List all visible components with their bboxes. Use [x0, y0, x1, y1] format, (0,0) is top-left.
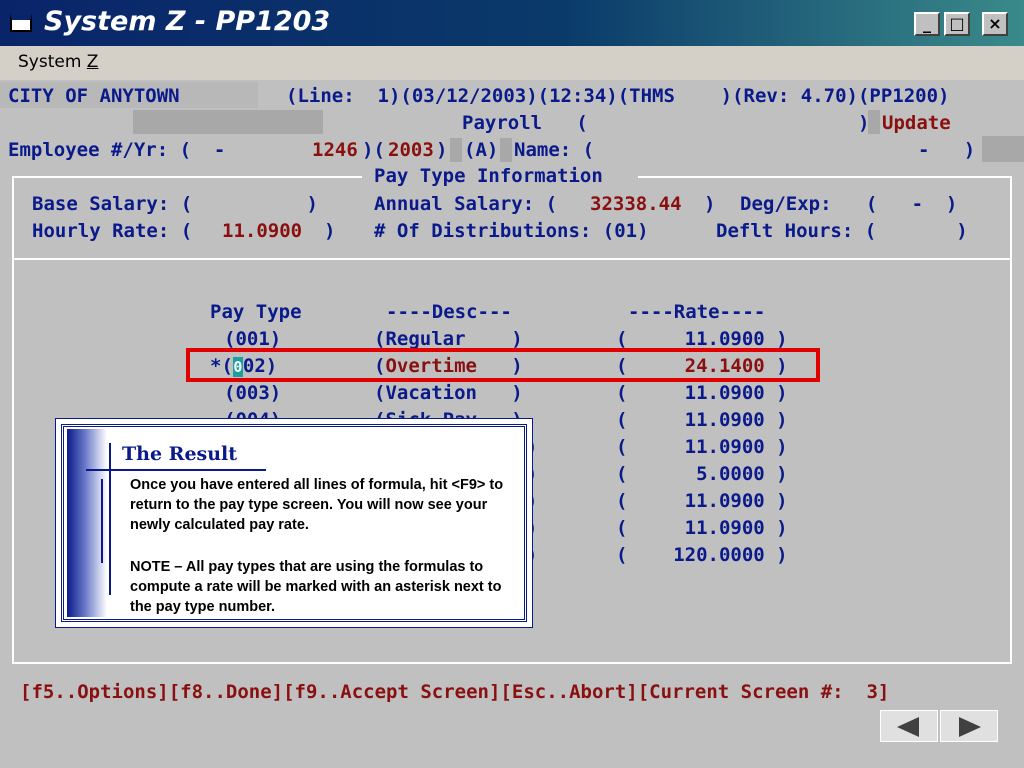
arrow-right-icon [959, 717, 981, 737]
callout-para-1: Once you have entered all lines of formu… [130, 477, 504, 533]
pay-type-rate: ( 11.0900 ) [616, 517, 788, 539]
callout-box: The Result Once you have entered all lin… [55, 418, 533, 628]
annual-salary-value: 32338.44 [590, 193, 682, 215]
distributions: # Of Distributions: (01) [374, 220, 649, 242]
status-line: (Line: 1)(03/12/2003)(12:34)(THMS )(Rev:… [286, 85, 950, 107]
col-desc: ----Desc--- [386, 301, 512, 323]
annual-salary-close: ) [704, 193, 716, 215]
callout-rule [101, 479, 103, 563]
pay-type-rate: ( 5.0000 ) [616, 463, 788, 485]
mode-update: Update [882, 112, 951, 134]
employee-number[interactable]: 1246 [312, 138, 358, 162]
deg-exp[interactable]: Deg/Exp: ( - ) [740, 192, 957, 216]
employee-name-end: - ) [918, 139, 976, 161]
payroll-label: Payroll ( [462, 112, 588, 134]
menu-system-label: System [18, 52, 87, 72]
callout-para-2: NOTE – All pay types that are using the … [130, 559, 502, 615]
deflt-hours[interactable]: Deflt Hours: ( ) [716, 219, 968, 243]
employee-label: Employee #/Yr: ( - [8, 139, 226, 161]
pay-type-rate: ( 120.0000 ) [616, 544, 788, 566]
section-title: Pay Type Information [374, 165, 603, 187]
employee-year[interactable]: 2003 [388, 138, 434, 162]
arrow-left-icon [897, 717, 919, 737]
highlight-box [186, 348, 820, 382]
section-border-left [12, 176, 14, 664]
employee-name-label: Name: ( [514, 139, 595, 161]
maximize-button[interactable]: □ [944, 12, 970, 36]
minimize-button[interactable]: _ [914, 12, 940, 36]
section-border-right [1010, 176, 1012, 664]
menu-bar [0, 46, 1024, 80]
window-title: System Z - PP1203 [44, 6, 331, 37]
menu-system[interactable]: System Z [18, 52, 98, 72]
field-bg [500, 138, 512, 162]
pay-type-desc: (Vacation ) [374, 382, 523, 404]
base-salary[interactable]: Base Salary: ( ) [32, 192, 318, 216]
employee-paren: )( [362, 139, 385, 161]
pay-type-rate: ( 11.0900 ) [616, 382, 788, 404]
pay-type-rate: ( 11.0900 ) [616, 436, 788, 458]
employee-status: (A) [464, 139, 499, 161]
close-button[interactable]: × [982, 12, 1008, 36]
window-icon[interactable] [10, 14, 32, 32]
hourly-rate-label: Hourly Rate: ( [32, 220, 193, 242]
employee-paren2: ) [436, 139, 448, 161]
section-border-bottom [12, 662, 1012, 664]
callout-title: The Result [122, 443, 238, 465]
hourly-rate-close: ) [324, 220, 336, 242]
next-slide-button[interactable] [940, 710, 998, 742]
section-divider [12, 258, 1012, 260]
callout-rule [86, 469, 266, 471]
callout-rule [109, 443, 111, 595]
function-key-bar[interactable]: [f5..Options][f8..Done][f9..Accept Scree… [20, 680, 889, 704]
previous-slide-button[interactable] [880, 710, 938, 742]
pay-type-rate: ( 11.0900 ) [616, 409, 788, 431]
hourly-rate-value[interactable]: 11.0900 [222, 219, 302, 243]
field-bg [133, 110, 323, 134]
annual-salary-label: Annual Salary: ( [374, 193, 558, 215]
field-bg [982, 136, 1024, 162]
col-pay-type: Pay Type [210, 301, 302, 323]
field-bg [450, 138, 462, 162]
section-border-top-left [12, 176, 362, 178]
pay-type-rate: ( 11.0900 ) [616, 490, 788, 512]
col-rate: ----Rate---- [628, 301, 766, 323]
org-name: CITY OF ANYTOWN [8, 85, 180, 107]
menu-system-accel: Z [86, 52, 99, 72]
section-border-top-right [638, 176, 1012, 178]
pay-type-code[interactable]: (003) [224, 381, 281, 405]
field-bg [868, 110, 880, 134]
